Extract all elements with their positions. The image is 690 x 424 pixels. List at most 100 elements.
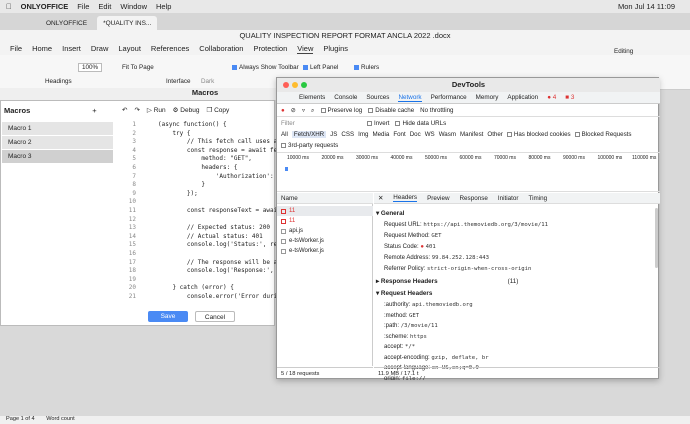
tab-initiator[interactable]: Initiator [498,195,519,202]
type-filter-js[interactable]: JS [330,131,337,138]
save-button[interactable]: Save [148,311,188,322]
minimize-window-icon[interactable] [292,82,298,88]
menu-edit[interactable]: Edit [98,2,111,11]
menu-layout-tab[interactable]: Layout [118,44,141,53]
blocked-requests-checkbox[interactable]: Blocked Requests [574,131,632,138]
code-line: // Expected status: 200 [158,224,270,232]
type-filter-other[interactable]: Other [487,131,502,138]
tab-sources[interactable]: Sources [366,94,389,101]
copy-button[interactable]: ❐ Copy [206,106,229,114]
request-row[interactable]: e-tsWorker.js [277,236,373,246]
search-icon[interactable]: ⌕ [311,107,314,115]
menu-help[interactable]: Help [156,2,171,11]
tab-elements[interactable]: Elements [299,94,325,101]
zoom-select[interactable]: 100% [78,63,103,72]
rulers-toggle[interactable]: Rulers [354,64,379,71]
menu-protection-tab[interactable]: Protection [253,44,287,53]
request-header-row: :method: GET [384,312,420,319]
request-row[interactable]: 11 [277,216,373,226]
type-filter-font[interactable]: Font [393,131,405,138]
tab-headers[interactable]: Headers [393,194,418,202]
page-counter[interactable]: Page 1 of 4 [6,416,35,422]
type-filter-doc[interactable]: Doc [410,131,421,138]
cancel-button[interactable]: Cancel [195,311,235,322]
apple-icon[interactable]:  [6,2,12,11]
word-count[interactable]: Word count [46,416,75,422]
menu-references-tab[interactable]: References [151,44,189,53]
debug-button[interactable]: ⚙ Debug [173,106,200,114]
name-column-header[interactable]: Name [277,193,373,204]
menu-view-tab[interactable]: View [297,44,314,54]
request-row[interactable]: api.js [277,226,373,236]
response-headers-header[interactable]: ▸ Response Headers (11) [376,278,518,285]
interface-button[interactable]: Interface [166,78,191,85]
request-headers-header[interactable]: ▾ Request Headers [376,290,432,297]
type-filter-css[interactable]: CSS [341,131,354,138]
type-filter-media[interactable]: Media [372,131,389,138]
request-row[interactable]: 11 [277,206,373,216]
scrollbar[interactable] [655,208,658,268]
undo-icon[interactable]: ↶ [122,106,127,114]
menu-draw-tab[interactable]: Draw [91,44,109,53]
close-detail-icon[interactable]: ✕ [378,195,383,202]
request-row[interactable]: e-tsWorker.js [277,246,373,256]
menu-plugins-tab[interactable]: Plugins [323,44,348,53]
type-filter-ws[interactable]: WS [425,131,435,138]
blocked-cookies-checkbox[interactable]: Has blocked cookies [506,131,571,138]
general-section-header[interactable]: ▾ General [376,210,404,217]
line-number: 8 [132,181,136,189]
left-panel-toggle[interactable]: Left Panel [303,64,338,71]
macro-item-2[interactable]: Macro 2 [2,136,113,149]
clock: Mon Jul 14 11:09 [618,2,675,11]
add-macro-icon[interactable]: + [92,106,96,115]
type-filter-fetchxhr[interactable]: Fetch/XHR [291,131,327,138]
macro-item-1[interactable]: Macro 1 [2,122,113,135]
invert-checkbox[interactable]: Invert [367,120,389,127]
filter-icon[interactable]: ▿ [302,107,305,114]
menu-window[interactable]: Window [120,2,147,11]
editing-mode[interactable]: Editing [614,48,633,55]
type-filter-img[interactable]: Img [358,131,368,138]
menu-file[interactable]: File [77,2,89,11]
tab-application[interactable]: Application [507,94,538,101]
third-party-checkbox[interactable]: 3rd-party requests [281,142,338,149]
redo-icon[interactable]: ↷ [134,106,139,114]
type-filter-manifest[interactable]: Manifest [460,131,483,138]
dark-button[interactable]: Dark [201,78,214,85]
type-filter-wasm[interactable]: Wasm [439,131,456,138]
menu-collaboration-tab[interactable]: Collaboration [199,44,243,53]
tab-memory[interactable]: Memory [476,94,499,101]
fit-page-button[interactable]: Fit To Page [122,64,154,71]
macro-code-editor[interactable]: 1 (async function() {2 try {3 // This fet… [118,119,278,301]
always-show-toolbar[interactable]: Always Show Toolbar [232,64,299,71]
filter-input[interactable]: Filter [281,120,361,127]
preserve-log-checkbox[interactable]: Preserve log [320,107,362,114]
tab-network[interactable]: Network [398,94,422,102]
type-filter-all[interactable]: All [281,131,288,138]
warning-count-badge[interactable]: ■ 3 [565,94,574,101]
menu-home-tab[interactable]: Home [32,44,52,53]
line-number: 19 [128,275,136,283]
tab-preview[interactable]: Preview [427,195,449,202]
tab-timing[interactable]: Timing [529,195,548,202]
hide-data-urls-checkbox[interactable]: Hide data URLs [395,120,446,127]
zoom-window-icon[interactable] [301,82,307,88]
code-line: 'Authorization': [158,172,274,180]
record-icon[interactable]: ● [281,107,285,114]
menu-file-tab[interactable]: File [10,44,22,53]
tab-response[interactable]: Response [460,195,488,202]
macro-item-3[interactable]: Macro 3 [2,150,113,163]
close-window-icon[interactable] [283,82,289,88]
app-name[interactable]: ONLYOFFICE [21,2,69,11]
tab-document[interactable]: *QUALITY INS... [97,16,158,30]
clear-icon[interactable]: ⊘ [291,107,296,114]
run-button[interactable]: ▷ Run [147,106,166,114]
menu-insert-tab[interactable]: Insert [62,44,81,53]
throttling-select[interactable]: No throttling [420,107,453,114]
error-count-badge[interactable]: ● 4 [547,94,556,101]
tab-console[interactable]: Console [334,94,357,101]
headings-button[interactable]: Headings [45,78,72,85]
disable-cache-checkbox[interactable]: Disable cache [368,107,414,114]
tab-performance[interactable]: Performance [431,94,467,101]
tab-onlyoffice[interactable]: ONLYOFFICE [40,16,93,30]
